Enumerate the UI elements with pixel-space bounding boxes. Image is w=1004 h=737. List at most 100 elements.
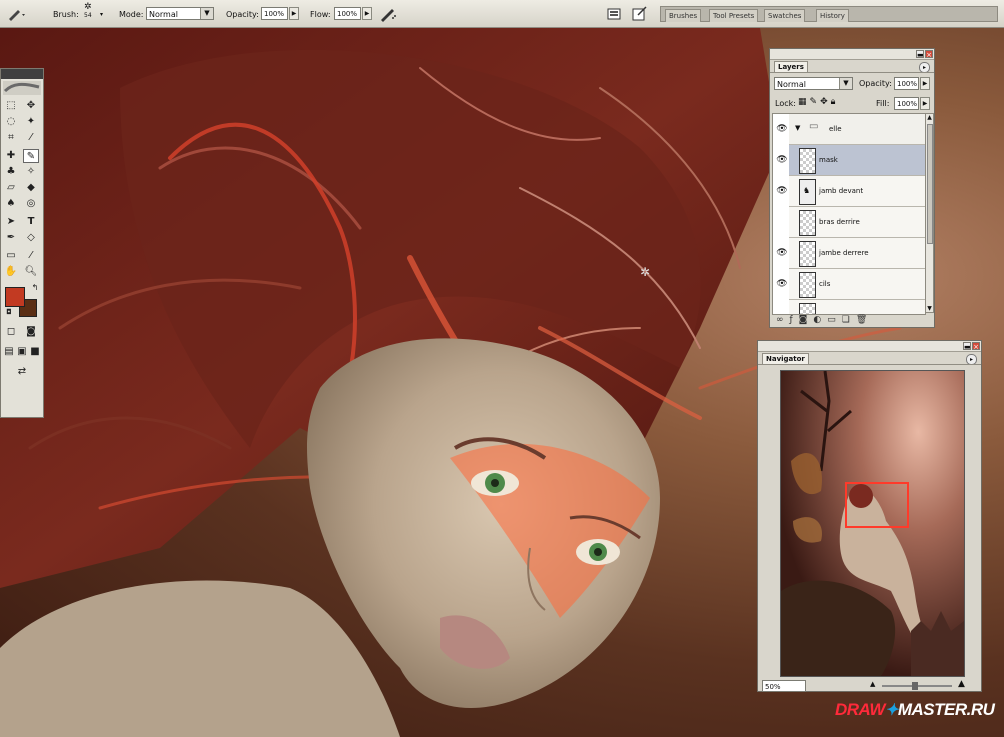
blend-mode-select[interactable]: Normal ▼	[774, 77, 853, 90]
lock-all-icon[interactable]: 🔒︎	[831, 97, 839, 107]
type-icon[interactable]: T	[23, 215, 39, 229]
zoom-in-icon[interactable]: ▲	[958, 679, 965, 689]
paint-bucket-icon[interactable]: ◆	[23, 181, 39, 195]
airbrush-icon[interactable]	[379, 6, 397, 22]
screen-mode-full-icon[interactable]: ■	[27, 345, 43, 359]
history-brush-icon[interactable]: ✧	[23, 165, 39, 179]
tools-palette-header[interactable]	[1, 69, 43, 79]
swap-colors-icon[interactable]: ↰	[27, 281, 43, 295]
link-layers-icon[interactable]: ∞	[776, 315, 790, 325]
lock-position-icon[interactable]: ✥	[820, 97, 831, 107]
scroll-down-icon[interactable]: ▼	[926, 305, 933, 312]
navigator-panel-titlebar[interactable]: ▬ ×	[758, 341, 981, 352]
standard-mode-icon[interactable]: ◻	[3, 325, 19, 339]
zoom-input[interactable]: 50%	[762, 680, 806, 692]
delete-layer-icon[interactable]: 🗑︎	[856, 315, 873, 325]
layer-row[interactable]: bras derrire	[789, 207, 925, 238]
minimize-icon[interactable]: ▬	[916, 50, 924, 59]
palette-well-tab-tool-presets[interactable]: Tool Presets	[709, 9, 759, 22]
fill-input[interactable]: 100%	[894, 97, 919, 110]
mode-select[interactable]: Normal ▼	[146, 7, 214, 20]
navigator-thumbnail[interactable]	[780, 370, 965, 677]
minimize-icon[interactable]: ▬	[963, 342, 971, 351]
brush-picker[interactable]: ✲ 54	[84, 2, 92, 24]
new-layer-icon[interactable]: ❏	[842, 315, 856, 325]
layer-opacity-input[interactable]: 100%	[894, 77, 919, 90]
marquee-icon[interactable]: ⬚	[3, 99, 19, 113]
brush-tool-preset-icon[interactable]	[6, 6, 28, 22]
visibility-eye-icon[interactable]: 👁︎	[776, 123, 788, 135]
chevron-down-icon: ▼	[839, 78, 852, 89]
layers-panel-titlebar[interactable]: ▬ ×	[770, 49, 934, 60]
layer-row[interactable]: cils	[789, 269, 925, 300]
flow-input[interactable]: 100%	[334, 7, 361, 20]
lock-transparency-icon[interactable]: ▦	[798, 97, 810, 107]
layer-list[interactable]: 👁︎ ▼ ▭ elle 👁︎ mask 👁︎ ♞ jamb devant bra…	[772, 113, 926, 315]
close-icon[interactable]: ×	[972, 342, 980, 351]
zoom-icon[interactable]: 🔍︎	[23, 265, 39, 279]
visibility-eye-icon[interactable]: 👁︎	[776, 154, 788, 166]
photoshop-logo[interactable]	[3, 81, 41, 95]
layer-row-partial[interactable]	[789, 300, 925, 314]
file-browser-icon[interactable]	[607, 6, 621, 22]
layer-style-icon[interactable]: ƒ	[790, 315, 799, 325]
lock-pixels-icon[interactable]: ✎	[810, 97, 821, 107]
visibility-eye-icon[interactable]: 👁︎	[776, 278, 788, 290]
magic-wand-icon[interactable]: ✦	[23, 115, 39, 129]
mode-value: Normal	[149, 10, 178, 19]
eraser-icon[interactable]: ▱	[3, 181, 19, 195]
opacity-slider-button[interactable]: ▶	[289, 7, 299, 20]
layer-row[interactable]: ♞ jamb devant	[789, 176, 925, 207]
brush-icon[interactable]: ✎	[23, 149, 39, 163]
adjustment-layer-icon[interactable]: ◐	[813, 315, 827, 325]
layer-group-row[interactable]: ▼ ▭ elle	[789, 114, 925, 145]
visibility-eye-icon[interactable]: 👁︎	[776, 185, 788, 197]
shape-icon[interactable]: ◇	[23, 231, 39, 245]
eyedropper-icon[interactable]: ⁄	[23, 249, 39, 263]
brush-dropdown-icon[interactable]: ▾	[100, 6, 103, 22]
fill-slider-button[interactable]: ▶	[920, 97, 930, 110]
scroll-thumb[interactable]	[927, 124, 933, 244]
blur-icon[interactable]: ♠	[3, 197, 19, 211]
palette-well: Brushes Tool Presets Swatches History	[660, 6, 998, 22]
opacity-input[interactable]: 100%	[261, 7, 288, 20]
zoom-out-icon[interactable]: ▲	[870, 680, 875, 688]
brush-tip-icon: ✲	[84, 2, 92, 12]
clone-stamp-icon[interactable]: ♣	[3, 165, 19, 179]
toggle-palettes-icon[interactable]	[632, 6, 648, 22]
healing-brush-icon[interactable]: ✚	[3, 149, 19, 163]
close-icon[interactable]: ×	[925, 50, 933, 59]
brush-size: 54	[84, 12, 92, 19]
hand-icon[interactable]: ✋	[3, 265, 19, 279]
zoom-slider-track[interactable]	[882, 682, 952, 690]
layer-row[interactable]: jambe derrere	[789, 238, 925, 269]
scroll-up-icon[interactable]: ▲	[926, 114, 933, 121]
quick-mask-icon[interactable]: ◙	[23, 325, 39, 339]
layer-opacity-slider-button[interactable]: ▶	[920, 77, 930, 90]
palette-well-tab-history[interactable]: History	[816, 9, 849, 22]
blend-mode-value: Normal	[777, 80, 806, 89]
group-expand-icon[interactable]: ▼	[795, 124, 800, 132]
pen-icon[interactable]: ✒	[3, 231, 19, 245]
zoom-slider-handle[interactable]	[912, 682, 918, 690]
lock-buttons[interactable]: ▦✎✥🔒︎	[798, 97, 838, 107]
notes-icon[interactable]: ▭	[3, 249, 19, 263]
visibility-eye-icon[interactable]: 👁︎	[776, 247, 788, 259]
move-icon[interactable]: ✥	[23, 99, 39, 113]
fill-label: Fill:	[876, 99, 890, 108]
layers-scrollbar[interactable]: ▲ ▼	[925, 113, 934, 313]
path-selection-icon[interactable]: ➤	[3, 215, 19, 229]
crop-icon[interactable]: ⌗	[3, 131, 19, 145]
foreground-color-swatch-top[interactable]	[5, 287, 25, 307]
lasso-icon[interactable]: ◌	[3, 115, 19, 129]
layer-row[interactable]: mask	[789, 145, 925, 176]
flow-slider-button[interactable]: ▶	[362, 7, 372, 20]
slice-icon[interactable]: ⁄	[23, 131, 39, 145]
default-colors-icon[interactable]: ◘	[1, 305, 17, 319]
palette-well-tab-brushes[interactable]: Brushes	[665, 9, 702, 22]
new-group-icon[interactable]: ▭	[827, 315, 842, 325]
jump-to-imageready-icon[interactable]: ⇄	[5, 365, 39, 379]
add-mask-icon[interactable]: ◙	[799, 315, 814, 325]
palette-well-tab-swatches[interactable]: Swatches	[764, 9, 806, 22]
dodge-icon[interactable]: ◎	[23, 197, 39, 211]
